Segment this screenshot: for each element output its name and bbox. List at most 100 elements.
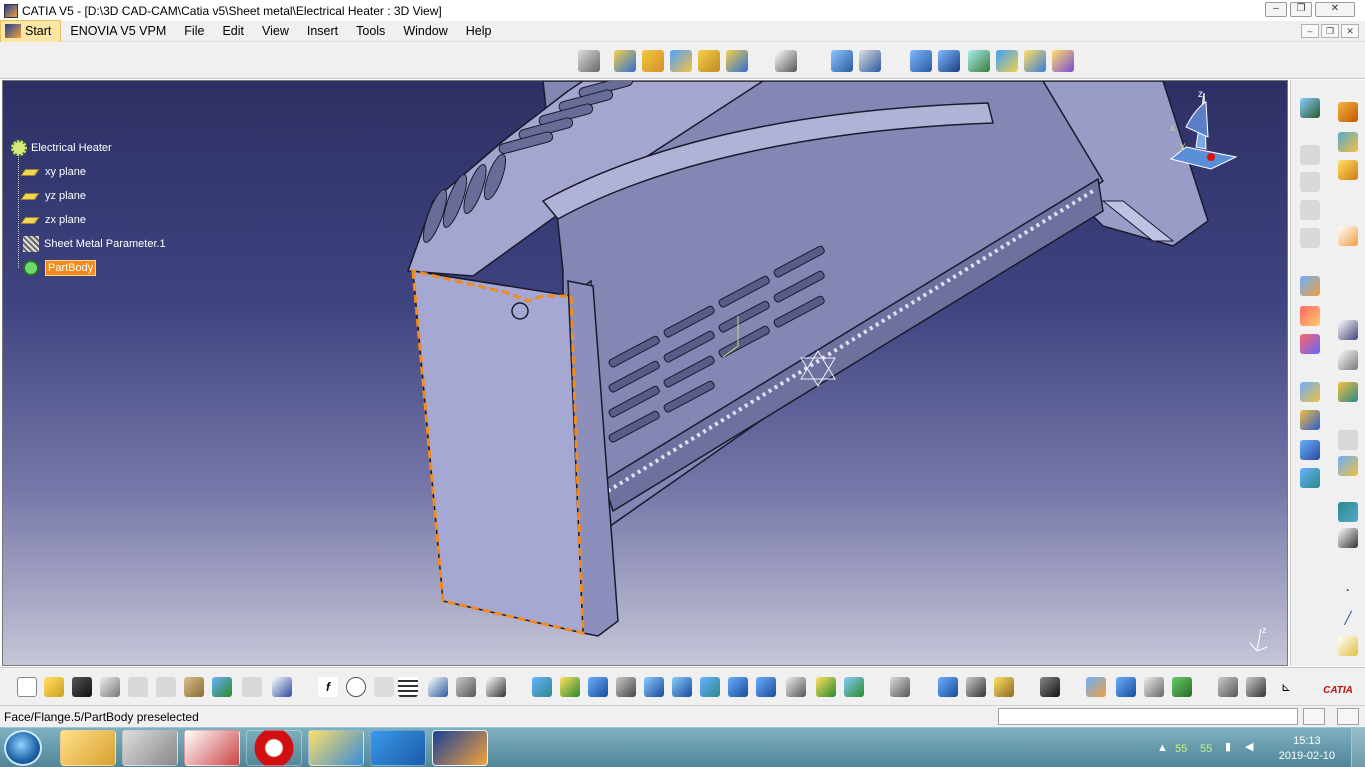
- analysis-icon[interactable]: [1144, 677, 1164, 697]
- map-icon[interactable]: [1300, 228, 1320, 248]
- tree-item-yz-plane[interactable]: yz plane: [11, 184, 166, 208]
- volume-icon[interactable]: ◀: [1245, 740, 1253, 753]
- axis-system-icon[interactable]: [1338, 456, 1358, 476]
- taskbar-calculator[interactable]: [122, 730, 178, 766]
- point-icon[interactable]: ·: [1338, 580, 1358, 600]
- recognize-icon[interactable]: [1338, 132, 1358, 152]
- point-to-point-icon[interactable]: [1300, 200, 1320, 220]
- formula-icon[interactable]: f: [318, 677, 338, 697]
- swap-space-icon[interactable]: [844, 677, 864, 697]
- plane-tool-icon[interactable]: [1338, 636, 1358, 656]
- rotate-icon[interactable]: [616, 677, 636, 697]
- show-desktop-button[interactable]: [1351, 728, 1365, 767]
- zoom-in-icon[interactable]: [644, 677, 664, 697]
- heater-model[interactable]: [3, 81, 1288, 666]
- tree-root[interactable]: Electrical Heater: [11, 136, 166, 160]
- hide-show-icon[interactable]: [816, 677, 836, 697]
- command-stop-button[interactable]: [1337, 708, 1359, 725]
- taskbar-catia[interactable]: [432, 730, 488, 766]
- command-history-button[interactable]: [1303, 708, 1325, 725]
- walls-icon[interactable]: [614, 50, 636, 72]
- menu-help[interactable]: Help: [457, 21, 501, 42]
- menu-file[interactable]: File: [175, 21, 213, 42]
- clock[interactable]: 15:13 2019-02-10: [1279, 734, 1335, 764]
- cutout-icon[interactable]: [910, 50, 932, 72]
- multi-view-tool-icon[interactable]: [728, 677, 748, 697]
- view-mode-icon[interactable]: [786, 677, 806, 697]
- tree-item-xy-plane[interactable]: xy plane: [11, 160, 166, 184]
- close-button[interactable]: ✕: [1315, 2, 1355, 17]
- scan-icon[interactable]: [1116, 677, 1136, 697]
- bend-icon[interactable]: [1338, 160, 1358, 180]
- taskbar-snipping-tool[interactable]: [184, 730, 240, 766]
- surface-stamp-icon[interactable]: [1052, 50, 1074, 72]
- minimize-button[interactable]: –: [1265, 2, 1287, 17]
- menu-view[interactable]: View: [253, 21, 298, 42]
- measure-icon[interactable]: [1338, 382, 1358, 402]
- menu-edit[interactable]: Edit: [213, 21, 253, 42]
- user-pattern-icon[interactable]: [1300, 334, 1320, 354]
- copy-icon[interactable]: [156, 677, 176, 697]
- command-input[interactable]: [998, 708, 1298, 725]
- tree-item-partbody[interactable]: PartBody: [11, 256, 166, 280]
- doc-restore-button[interactable]: ❐: [1321, 24, 1339, 38]
- iso-view-icon[interactable]: [756, 677, 776, 697]
- undo-icon[interactable]: [212, 677, 232, 697]
- save-management-icon[interactable]: [1338, 502, 1358, 522]
- zoom-out-icon[interactable]: [672, 677, 692, 697]
- 3d-viewport[interactable]: Electrical Heater xy plane yz plane zx p…: [2, 80, 1288, 666]
- unfold-icon[interactable]: [831, 50, 853, 72]
- translation-icon[interactable]: [1300, 410, 1320, 430]
- apply-material-icon[interactable]: [1086, 677, 1106, 697]
- menu-start[interactable]: Start: [0, 19, 62, 43]
- flag-note-icon[interactable]: [1338, 350, 1358, 370]
- taskbar-opera[interactable]: [246, 730, 302, 766]
- compass-widget[interactable]: z x y: [1166, 87, 1246, 177]
- fit-all-icon[interactable]: [560, 677, 580, 697]
- measure-item-icon[interactable]: [966, 677, 986, 697]
- fold-icon[interactable]: [1300, 145, 1320, 165]
- restore-button[interactable]: ❐: [1290, 2, 1312, 17]
- extrusion-icon[interactable]: [670, 50, 692, 72]
- tree-item-sheet-metal-parameter[interactable]: Sheet Metal Parameter.1: [11, 232, 166, 256]
- hole-icon[interactable]: [938, 50, 960, 72]
- axis-to-axis-icon[interactable]: [1300, 468, 1320, 488]
- update-icon[interactable]: [890, 677, 910, 697]
- print-icon[interactable]: [100, 677, 120, 697]
- whats-this-icon[interactable]: [272, 677, 292, 697]
- multi-view-icon[interactable]: [859, 50, 881, 72]
- tray-expand-icon[interactable]: ▲: [1157, 742, 1168, 754]
- cut-icon[interactable]: [128, 677, 148, 697]
- capture-icon[interactable]: [1040, 677, 1060, 697]
- knowledge-icon[interactable]: [486, 677, 506, 697]
- stamping-icon[interactable]: [996, 50, 1018, 72]
- rolled-wall-icon[interactable]: [1338, 102, 1358, 122]
- hyperlink-icon[interactable]: [374, 677, 394, 697]
- mirror-icon[interactable]: [1300, 382, 1320, 402]
- rectangular-pattern-icon[interactable]: [1300, 276, 1320, 296]
- sketch-icon[interactable]: [775, 50, 797, 72]
- taskbar-screen-capture[interactable]: [370, 730, 426, 766]
- catalog-icon[interactable]: [428, 677, 448, 697]
- doc-minimize-button[interactable]: –: [1301, 24, 1319, 38]
- save-icon[interactable]: [72, 677, 92, 697]
- circular-pattern-icon[interactable]: [1300, 306, 1320, 326]
- menu-insert[interactable]: Insert: [298, 21, 347, 42]
- windows-start-button[interactable]: [4, 730, 42, 766]
- paste-icon[interactable]: [184, 677, 204, 697]
- symmetry-icon[interactable]: [1338, 430, 1358, 450]
- swept-walls-icon[interactable]: [726, 50, 748, 72]
- taskbar-explorer[interactable]: [60, 730, 116, 766]
- axis-icon[interactable]: ⊾: [1276, 677, 1296, 697]
- line-icon[interactable]: ╱: [1338, 608, 1358, 628]
- pan-icon[interactable]: [588, 677, 608, 697]
- measure-inertia-icon[interactable]: [994, 677, 1014, 697]
- catalog-browser-icon[interactable]: [1172, 677, 1192, 697]
- sheet-metal-parameters-icon[interactable]: [578, 50, 600, 72]
- bead-icon[interactable]: [1024, 50, 1046, 72]
- comment-icon[interactable]: [346, 677, 366, 697]
- swept-wall-icon[interactable]: [1300, 98, 1320, 118]
- fly-mode-icon[interactable]: [532, 677, 552, 697]
- network-icon[interactable]: ▮: [1225, 740, 1231, 753]
- menu-tools[interactable]: Tools: [347, 21, 394, 42]
